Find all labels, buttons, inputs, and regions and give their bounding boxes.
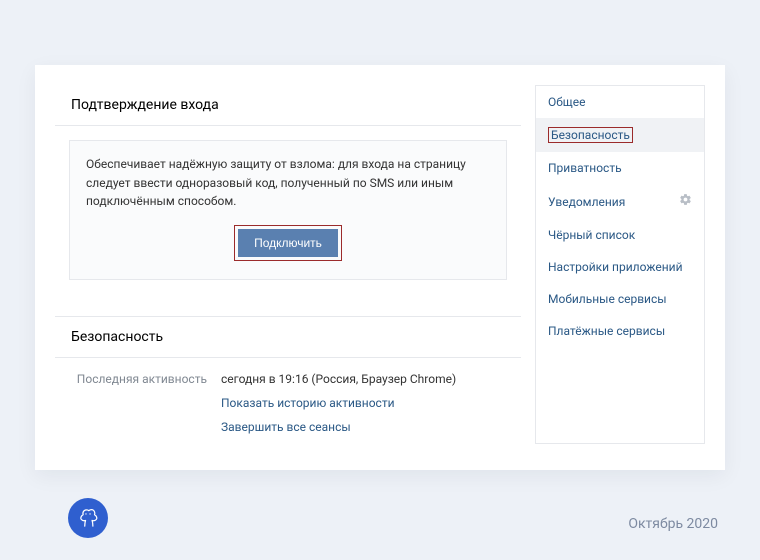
sidebar-item-highlight: Безопасность bbox=[548, 127, 633, 143]
sidebar-item-label: Платёжные сервисы bbox=[548, 324, 665, 338]
sidebar-item-label: Уведомления bbox=[548, 195, 625, 209]
security-section-header: Безопасность bbox=[55, 316, 521, 358]
login-confirmation-title: Подтверждение входа bbox=[55, 85, 521, 126]
settings-sidebar: Общее Безопасность Приватность Уведомлен… bbox=[535, 85, 705, 444]
security-title: Безопасность bbox=[55, 317, 521, 357]
sidebar-item-general[interactable]: Общее bbox=[536, 86, 704, 118]
sidebar-item-label: Мобильные сервисы bbox=[548, 292, 667, 306]
sidebar-item-label: Чёрный список bbox=[548, 228, 635, 242]
connect-button[interactable]: Подключить bbox=[238, 229, 338, 257]
sidebar-item-label: Настройки приложений bbox=[548, 260, 683, 274]
sidebar-item-mobile-services[interactable]: Мобильные сервисы bbox=[536, 283, 704, 315]
brand-logo bbox=[68, 498, 108, 538]
connect-button-highlight: Подключить bbox=[234, 225, 342, 261]
sidebar-item-label: Приватность bbox=[548, 161, 622, 175]
activity-row: Последняя активность сегодня в 19:16 (Ро… bbox=[55, 358, 521, 444]
sidebar-item-payment-services[interactable]: Платёжные сервисы bbox=[536, 315, 704, 347]
last-activity-label: Последняя активность bbox=[71, 372, 211, 386]
sidebar-item-label: Общее bbox=[548, 95, 586, 109]
last-activity-value: сегодня в 19:16 (Россия, Браузер Chrome) bbox=[221, 372, 515, 386]
main-column: Подтверждение входа Обеспечивает надёжну… bbox=[55, 85, 521, 444]
sidebar-item-security[interactable]: Безопасность bbox=[536, 118, 704, 152]
gear-icon[interactable] bbox=[679, 193, 692, 210]
sidebar-item-label: Безопасность bbox=[551, 128, 630, 142]
login-confirmation-info-box: Обеспечивает надёжную защиту от взлома: … bbox=[69, 140, 507, 280]
sidebar-item-notifications[interactable]: Уведомления bbox=[536, 184, 704, 219]
end-all-sessions-link[interactable]: Завершить все сеансы bbox=[221, 420, 515, 434]
sidebar-item-app-settings[interactable]: Настройки приложений bbox=[536, 251, 704, 283]
sidebar-item-privacy[interactable]: Приватность bbox=[536, 152, 704, 184]
login-confirmation-description: Обеспечивает надёжную защиту от взлома: … bbox=[86, 155, 490, 211]
show-activity-history-link[interactable]: Показать историю активности bbox=[221, 396, 515, 410]
footer-date: Октябрь 2020 bbox=[628, 516, 718, 532]
sidebar-item-blacklist[interactable]: Чёрный список bbox=[536, 219, 704, 251]
settings-card: Подтверждение входа Обеспечивает надёжну… bbox=[35, 65, 725, 470]
